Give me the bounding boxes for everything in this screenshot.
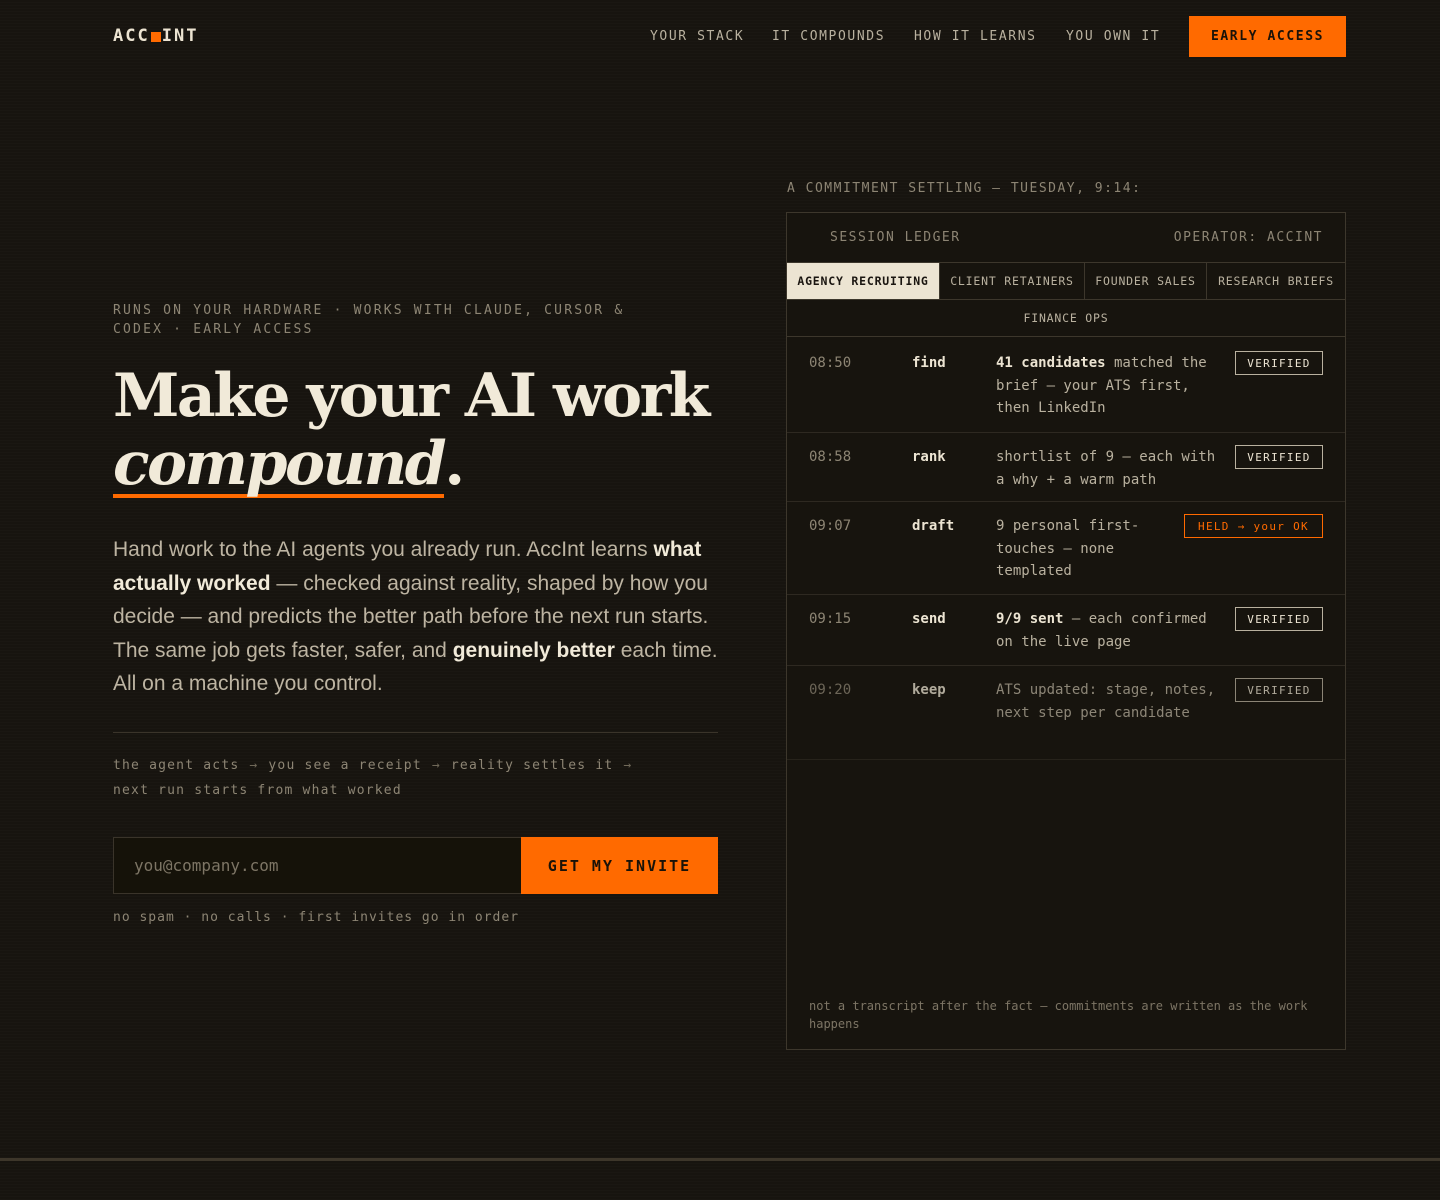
hero-eyebrow: RUNS ON YOUR HARDWARE · WORKS WITH CLAUD… — [113, 303, 625, 337]
row-time: 09:15 — [809, 611, 852, 627]
tab-finance-ops[interactable]: FINANCE OPS — [787, 300, 1345, 337]
row-description: 9 personal first-touches — none template… — [996, 518, 1140, 579]
flow-step: the agent acts — [113, 758, 240, 773]
ledger-row: 09:07 draft 9 personal first-touches — n… — [787, 501, 1345, 595]
logo-square-icon — [150, 32, 161, 42]
hero-divider — [113, 732, 718, 733]
tab-client-retainers[interactable]: CLIENT RETAINERS — [940, 263, 1085, 300]
arrow-right-icon: → — [249, 758, 259, 773]
row-description: 9/9 sent — each confirmed on the live pa… — [996, 608, 1228, 653]
row-time: 08:50 — [809, 355, 852, 371]
row-verb: send — [912, 611, 946, 627]
lede-bold-2: genuinely better — [452, 638, 615, 662]
row-description: 41 candidates matched the brief — your A… — [996, 352, 1228, 420]
lede-text-1: Hand work to the AI agents you already r… — [113, 538, 654, 561]
hero-title-period: . — [444, 429, 465, 499]
ledger-row: 08:58 rank shortlist of 9 — each with a … — [787, 432, 1345, 502]
flow-step: reality settles it — [450, 758, 614, 773]
ledger-caption: A COMMITMENT SETTLING — TUESDAY, 9:14: — [787, 181, 1142, 196]
nav-you-own-it[interactable]: YOU OWN IT — [1066, 29, 1160, 44]
early-access-button[interactable]: EARLY ACCESS — [1189, 16, 1346, 57]
verified-badge: VERIFIED — [1235, 351, 1323, 375]
row-description: shortlist of 9 — each with a why + a war… — [996, 449, 1216, 488]
row-description-bold: 9/9 sent — [996, 611, 1064, 627]
arrow-right-icon: → — [623, 758, 633, 773]
flow-steps: the agent acts → you see a receipt → reality… — [113, 753, 713, 803]
logo-text-left: ACC — [113, 26, 150, 46]
nav-how-it-learns[interactable]: HOW IT LEARNS — [914, 29, 1037, 44]
row-description: ATS updated: stage, notes, next step per… — [996, 682, 1216, 721]
hero-lede: Hand work to the AI agents you already r… — [113, 533, 728, 701]
tab-research-briefs[interactable]: RESEARCH BRIEFS — [1207, 263, 1345, 300]
held-badge[interactable]: HELD → your OK — [1184, 514, 1323, 538]
row-verb: draft — [912, 518, 955, 534]
tab-founder-sales[interactable]: FOUNDER SALES — [1085, 263, 1207, 300]
ledger-operator: OPERATOR: ACCINT — [1173, 230, 1323, 245]
arrow-right-icon: → — [431, 758, 441, 773]
row-description-bold: 41 candidates — [996, 355, 1106, 371]
hero-title: Make your AI work compound. — [113, 362, 733, 498]
logo-text-right: INT — [161, 26, 199, 46]
verified-badge: VERIFIED — [1235, 607, 1323, 631]
get-invite-button[interactable]: GET MY INVITE — [521, 837, 718, 894]
ledger-footer-note: not a transcript after the fact — commit… — [809, 999, 1308, 1031]
row-verb: find — [912, 355, 946, 371]
hero-title-line1: Make your AI work — [113, 361, 710, 431]
hero-title-emphasis: compound — [113, 429, 447, 499]
row-time: 08:58 — [809, 449, 852, 465]
fine-print: no spam · no calls · first invites go in… — [113, 910, 520, 925]
verified-badge: VERIFIED — [1235, 445, 1323, 469]
tab-agency-recruiting[interactable]: AGENCY RECRUITING — [787, 263, 940, 300]
ledger-title: SESSION LEDGER — [830, 230, 961, 245]
logo[interactable]: ACC INT — [113, 26, 198, 46]
row-time: 09:07 — [809, 518, 852, 534]
row-verb: rank — [912, 449, 946, 465]
ledger-row: 09:15 send 9/9 sent — each confirmed on … — [787, 594, 1345, 666]
nav-your-stack[interactable]: YOUR STACK — [650, 29, 744, 44]
section-divider — [0, 1158, 1440, 1161]
email-input[interactable]: you@company.com — [113, 837, 521, 894]
ledger-row: 09:20 keep ATS updated: stage, notes, ne… — [787, 665, 1345, 760]
row-time: 09:20 — [809, 682, 852, 698]
verified-badge: VERIFIED — [1235, 678, 1323, 702]
session-ledger-panel: SESSION LEDGER OPERATOR: ACCINT AGENCY R… — [786, 212, 1346, 1050]
ledger-header: SESSION LEDGER OPERATOR: ACCINT — [787, 213, 1345, 263]
ledger-row: 08:50 find 41 candidates matched the bri… — [787, 338, 1345, 433]
nav-it-compounds[interactable]: IT COMPOUNDS — [772, 29, 885, 44]
flow-step: next run starts from what worked — [113, 783, 402, 798]
row-verb: keep — [912, 682, 946, 698]
flow-step: you see a receipt — [268, 758, 422, 773]
